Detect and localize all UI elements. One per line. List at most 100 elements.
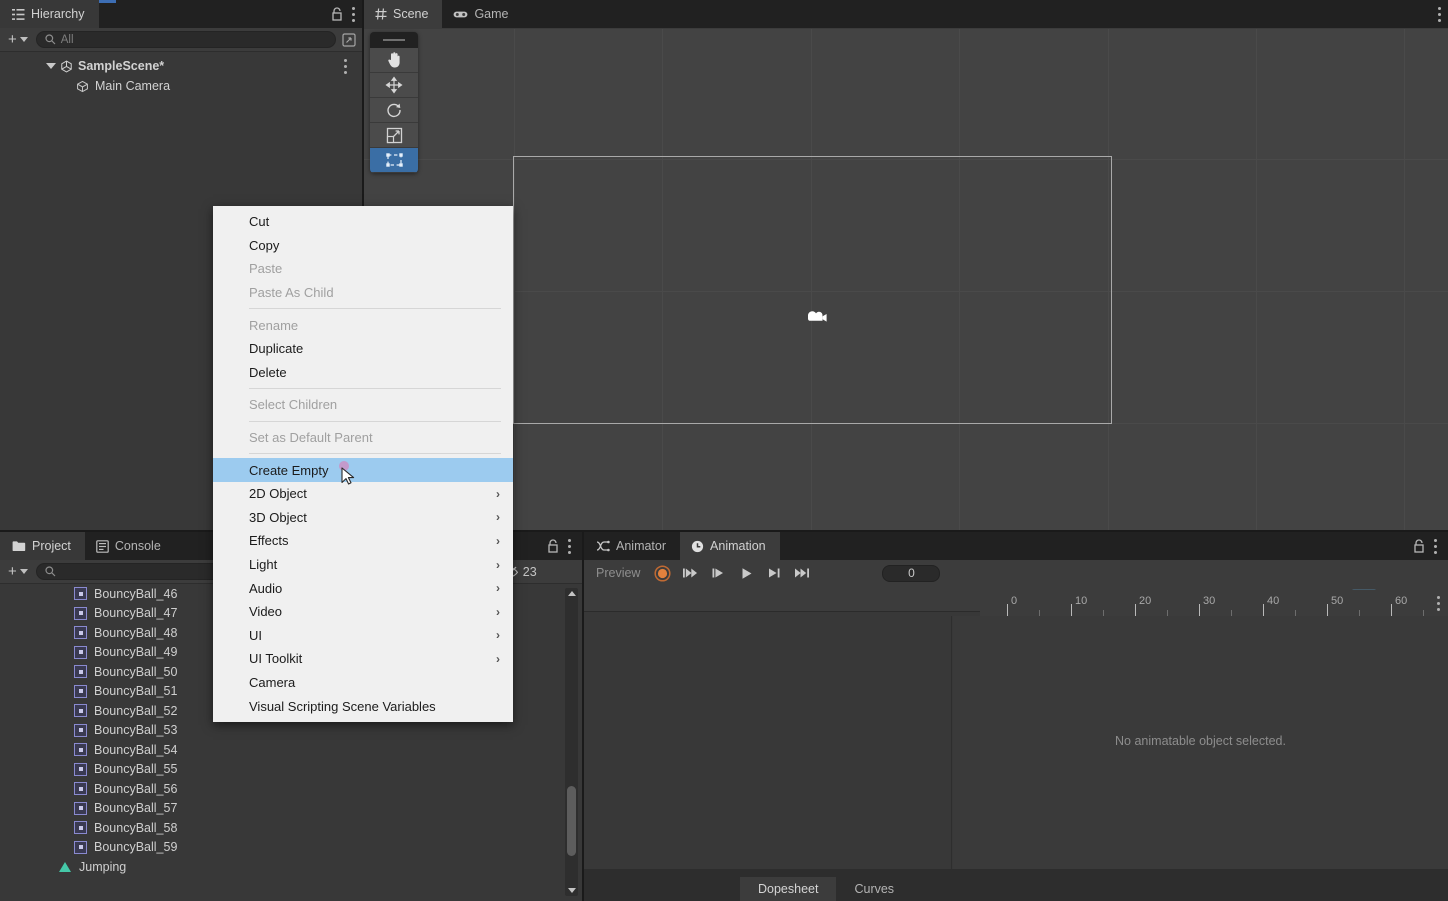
list-item[interactable]: BouncyBall_58	[0, 818, 582, 838]
lock-icon[interactable]	[547, 539, 559, 553]
camera-gizmo-icon[interactable]	[804, 307, 830, 334]
menu-item-delete[interactable]: Delete	[213, 361, 513, 385]
tab-project-label: Project	[32, 539, 71, 553]
ruler-tick-label: 0	[1011, 595, 1017, 607]
scale-icon	[386, 127, 403, 144]
kebab-menu-icon[interactable]	[1437, 596, 1441, 611]
animation-property-list[interactable]	[584, 616, 952, 869]
add-gameobject-button[interactable]: +	[6, 31, 30, 48]
next-frame-button[interactable]	[762, 563, 786, 583]
tab-console[interactable]: Console	[85, 532, 175, 560]
scroll-up-arrow-icon[interactable]	[568, 591, 576, 596]
tab-animation-label: Animation	[710, 539, 766, 553]
first-frame-button[interactable]	[678, 563, 702, 583]
animation-timeline-ruler[interactable]: 0 10 20 30 40 50 60	[980, 590, 1448, 616]
hierarchy-search-input[interactable]: All	[36, 31, 336, 48]
lock-icon[interactable]	[331, 7, 343, 21]
prefab-icon	[74, 646, 87, 659]
kebab-menu-icon[interactable]	[352, 7, 356, 22]
scale-tool[interactable]	[370, 123, 418, 148]
animation-panel: Animator Animation Preview	[584, 532, 1448, 901]
previous-frame-button[interactable]	[706, 563, 730, 583]
ruler-tick-major	[1199, 604, 1200, 616]
folder-icon	[12, 540, 26, 552]
list-item[interactable]: Jumping	[0, 857, 582, 877]
menu-item-label: Light	[249, 557, 277, 572]
tools-drag-handle[interactable]	[370, 32, 418, 48]
animation-dopesheet-area[interactable]: No animatable object selected.	[953, 616, 1448, 869]
last-frame-button[interactable]	[790, 563, 814, 583]
menu-item-ui-toolkit[interactable]: UI Toolkit ›	[213, 647, 513, 671]
prefab-icon	[74, 782, 87, 795]
hierarchy-icon	[12, 8, 25, 21]
hierarchy-toolbar: + All	[0, 28, 362, 52]
tab-animation[interactable]: Animation	[680, 532, 780, 560]
hierarchy-row-samplescene[interactable]: SampleScene*	[0, 56, 362, 76]
tab-animator[interactable]: Animator	[584, 532, 680, 560]
list-item[interactable]: BouncyBall_56	[0, 779, 582, 799]
kebab-menu-icon[interactable]	[568, 539, 572, 554]
record-button[interactable]	[650, 563, 674, 583]
scrollbar-thumb[interactable]	[567, 786, 576, 856]
tab-hierarchy[interactable]: Hierarchy	[0, 0, 99, 28]
tab-curves[interactable]: Curves	[836, 877, 912, 901]
menu-item-label: Rename	[249, 318, 298, 333]
ruler-tick-major	[1391, 604, 1392, 616]
hierarchy-context-menu[interactable]: Cut Copy Paste Paste As Child Rename Dup…	[213, 206, 513, 722]
current-frame-input[interactable]: 0	[882, 565, 940, 582]
menu-item-visual-scripting-scene-variables[interactable]: Visual Scripting Scene Variables	[213, 694, 513, 718]
menu-item-2d-object[interactable]: 2D Object ›	[213, 482, 513, 506]
hierarchy-row-label: Main Camera	[95, 79, 170, 93]
prefab-icon	[74, 626, 87, 639]
menu-item-cut[interactable]: Cut	[213, 210, 513, 234]
expand-triangle-icon[interactable]	[46, 63, 56, 69]
menu-separator	[249, 308, 501, 309]
preview-label[interactable]: Preview	[590, 566, 646, 580]
menu-item-audio[interactable]: Audio ›	[213, 576, 513, 600]
rect-transform-tool[interactable]	[370, 148, 418, 173]
scroll-down-arrow-icon[interactable]	[568, 888, 576, 893]
menu-item-create-empty[interactable]: Create Empty	[213, 458, 513, 482]
rotate-tool[interactable]	[370, 98, 418, 123]
menu-item-light[interactable]: Light ›	[213, 553, 513, 577]
lock-icon[interactable]	[1413, 539, 1425, 553]
menu-item-3d-object[interactable]: 3D Object ›	[213, 506, 513, 530]
kebab-menu-icon[interactable]	[1438, 7, 1442, 22]
menu-item-video[interactable]: Video ›	[213, 600, 513, 624]
list-item-label: BouncyBall_51	[94, 684, 177, 698]
project-scrollbar[interactable]	[565, 588, 578, 896]
scene-filter-icon[interactable]	[342, 33, 356, 47]
kebab-menu-icon[interactable]	[344, 59, 348, 74]
kebab-menu-icon[interactable]	[1434, 539, 1438, 554]
hierarchy-row-label: SampleScene*	[78, 59, 164, 73]
hand-tool[interactable]	[370, 48, 418, 73]
tab-dopesheet[interactable]: Dopesheet	[740, 877, 836, 901]
menu-item-camera[interactable]: Camera	[213, 671, 513, 695]
grid-icon	[375, 8, 387, 20]
play-button[interactable]	[734, 563, 758, 583]
rotate-icon	[385, 101, 403, 119]
menu-separator	[249, 421, 501, 422]
menu-item-copy[interactable]: Copy	[213, 234, 513, 258]
scene-viewport[interactable]	[364, 29, 1448, 530]
tab-project[interactable]: Project	[0, 532, 85, 560]
list-item[interactable]: BouncyBall_54	[0, 740, 582, 760]
list-item[interactable]: BouncyBall_55	[0, 760, 582, 780]
list-item[interactable]: BouncyBall_59	[0, 838, 582, 858]
menu-item-ui[interactable]: UI ›	[213, 624, 513, 648]
project-add-button[interactable]: +	[6, 563, 30, 580]
hierarchy-row-main-camera[interactable]: Main Camera	[0, 76, 362, 96]
list-item[interactable]: BouncyBall_53	[0, 721, 582, 741]
tab-hierarchy-label: Hierarchy	[31, 7, 85, 21]
menu-item-paste: Paste	[213, 257, 513, 281]
hierarchy-search-text: All	[61, 34, 74, 46]
list-item-label: BouncyBall_46	[94, 587, 177, 601]
list-item[interactable]: BouncyBall_57	[0, 799, 582, 819]
tab-game[interactable]: Game	[442, 0, 522, 28]
menu-item-label: Visual Scripting Scene Variables	[249, 699, 436, 714]
menu-item-label: Cut	[249, 214, 269, 229]
move-tool[interactable]	[370, 73, 418, 98]
menu-item-duplicate[interactable]: Duplicate	[213, 337, 513, 361]
menu-item-effects[interactable]: Effects ›	[213, 529, 513, 553]
tab-scene[interactable]: Scene	[364, 0, 442, 28]
